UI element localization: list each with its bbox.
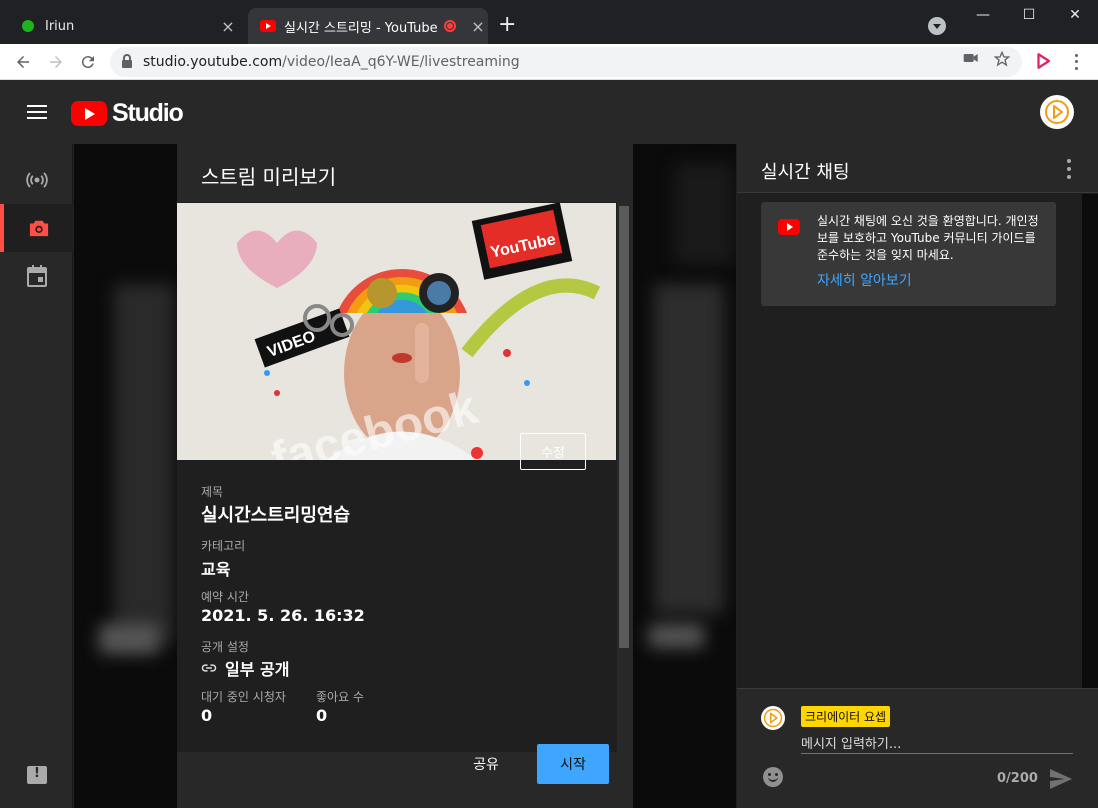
waiting-viewers-value: 0 (201, 706, 213, 725)
rail-item-manage[interactable] (0, 252, 73, 300)
maximize-button[interactable]: ☐ (1006, 0, 1052, 30)
chat-title: 실시간 채팅 (761, 162, 850, 183)
title-label: 제목 (201, 485, 224, 499)
live-chat-panel: 실시간 채팅 실시간 채팅에 오신 것을 환영합니다. 개인정보를 보호하고 Y… (737, 144, 1098, 808)
live-broadcast-icon (25, 172, 48, 188)
chat-scrollbar[interactable] (1082, 194, 1098, 688)
dialog-title: 스트림 미리보기 (201, 165, 337, 189)
calendar-icon (26, 265, 47, 287)
welcome-text: 실시간 채팅에 오신 것을 환영합니다. 개인정보를 보호하고 YouTube … (817, 214, 1039, 262)
visibility-label: 공개 설정 (201, 640, 249, 654)
character-counter: 0/200 (997, 771, 1038, 786)
input-underline (801, 753, 1073, 754)
forward-arrow-icon[interactable] (44, 50, 68, 74)
category-label: 카테고리 (201, 539, 246, 553)
send-icon[interactable] (1049, 769, 1073, 793)
rail-item-stream[interactable] (0, 156, 73, 204)
likes-value: 0 (316, 706, 328, 725)
visibility-value: 일부 공개 (201, 656, 289, 680)
tab-youtube-studio[interactable]: 실시간 스트리밍 - YouTube × (248, 8, 488, 44)
stream-thumbnail: YouTube VIDEO facebook (177, 203, 616, 460)
close-window-button[interactable]: ✕ (1052, 0, 1098, 30)
camera-in-use-icon[interactable] (963, 51, 979, 69)
youtube-studio-logo[interactable]: Studio (71, 99, 184, 128)
stream-preview-dialog: 스트림 미리보기 YouTube VIDEO facebook 제목 실시간스트… (177, 144, 633, 808)
waiting-viewers-label: 대기 중인 시청자 (201, 690, 286, 704)
category-value: 교육 (201, 560, 231, 579)
schedule-label: 예약 시간 (201, 590, 249, 604)
camera-icon (29, 220, 48, 237)
chat-header: 실시간 채팅 (737, 144, 1098, 193)
title-value: 실시간스트리밍연습 (201, 505, 351, 526)
left-nav-rail (0, 144, 73, 808)
browser-tabbar: Iriun × 실시간 스트리밍 - YouTube × + — ☐ ✕ (0, 0, 1098, 44)
browser-toolbar: studio.youtube.com/video/IeaA_q6Y-WE/liv… (0, 44, 1098, 80)
back-arrow-icon[interactable] (11, 50, 35, 74)
tab-title: 실시간 스트리밍 - YouTube (284, 20, 438, 36)
chat-more-options-icon[interactable] (1066, 159, 1072, 179)
hamburger-menu-icon[interactable] (27, 105, 47, 119)
chat-message-input[interactable]: 메시지 입력하기... (801, 733, 901, 752)
new-tab-button[interactable]: + (498, 14, 516, 36)
schedule-value: 2021. 5. 26. 16:32 (201, 606, 365, 625)
recording-indicator-icon (444, 20, 456, 32)
iriun-favicon-icon (22, 20, 34, 32)
tab-close-icon[interactable]: × (468, 17, 488, 36)
minimize-button[interactable]: — (960, 0, 1006, 30)
tab-close-icon[interactable]: × (218, 17, 238, 36)
account-avatar[interactable] (1040, 95, 1074, 129)
share-button[interactable]: 공유 (456, 744, 516, 784)
dialog-scrollbar-thumb[interactable] (619, 206, 629, 648)
youtube-play-logo-icon (71, 101, 107, 126)
link-icon (201, 664, 217, 672)
chat-user-avatar (761, 706, 785, 730)
tab-title: Iriun (45, 18, 75, 34)
studio-header: Studio (0, 80, 1098, 144)
emoji-icon[interactable] (763, 767, 783, 787)
youtube-favicon-icon (260, 20, 276, 32)
lock-icon (122, 54, 132, 68)
logo-text: Studio (112, 99, 184, 127)
feedback-icon[interactable] (27, 766, 47, 784)
extension-icon[interactable] (1034, 52, 1052, 70)
edit-button[interactable]: 수정 (520, 433, 586, 470)
chat-input-area: 크리에이터 요셉 메시지 입력하기... 0/200 (737, 688, 1098, 808)
creator-name-badge: 크리에이터 요셉 (801, 706, 891, 727)
address-bar[interactable]: studio.youtube.com/video/IeaA_q6Y-WE/liv… (110, 47, 1022, 77)
browser-menu-icon[interactable] (1068, 52, 1084, 72)
start-stream-button[interactable]: 시작 (537, 744, 609, 784)
dialog-body: YouTube VIDEO facebook 제목 실시간스트리밍연습 카테고리… (177, 202, 633, 752)
url-text: studio.youtube.com/video/IeaA_q6Y-WE/liv… (143, 54, 520, 70)
reload-icon[interactable] (76, 50, 100, 74)
likes-label: 좋아요 수 (316, 690, 364, 704)
youtube-icon (778, 219, 800, 235)
tab-search-icon[interactable] (928, 17, 946, 35)
bookmark-star-icon[interactable] (993, 50, 1011, 71)
learn-more-link[interactable]: 자세히 알아보기 (817, 270, 912, 290)
chat-welcome-message: 실시간 채팅에 오신 것을 환영합니다. 개인정보를 보호하고 YouTube … (761, 202, 1056, 306)
tab-iriun[interactable]: Iriun × (0, 8, 246, 44)
rail-item-webcam[interactable] (0, 204, 73, 252)
